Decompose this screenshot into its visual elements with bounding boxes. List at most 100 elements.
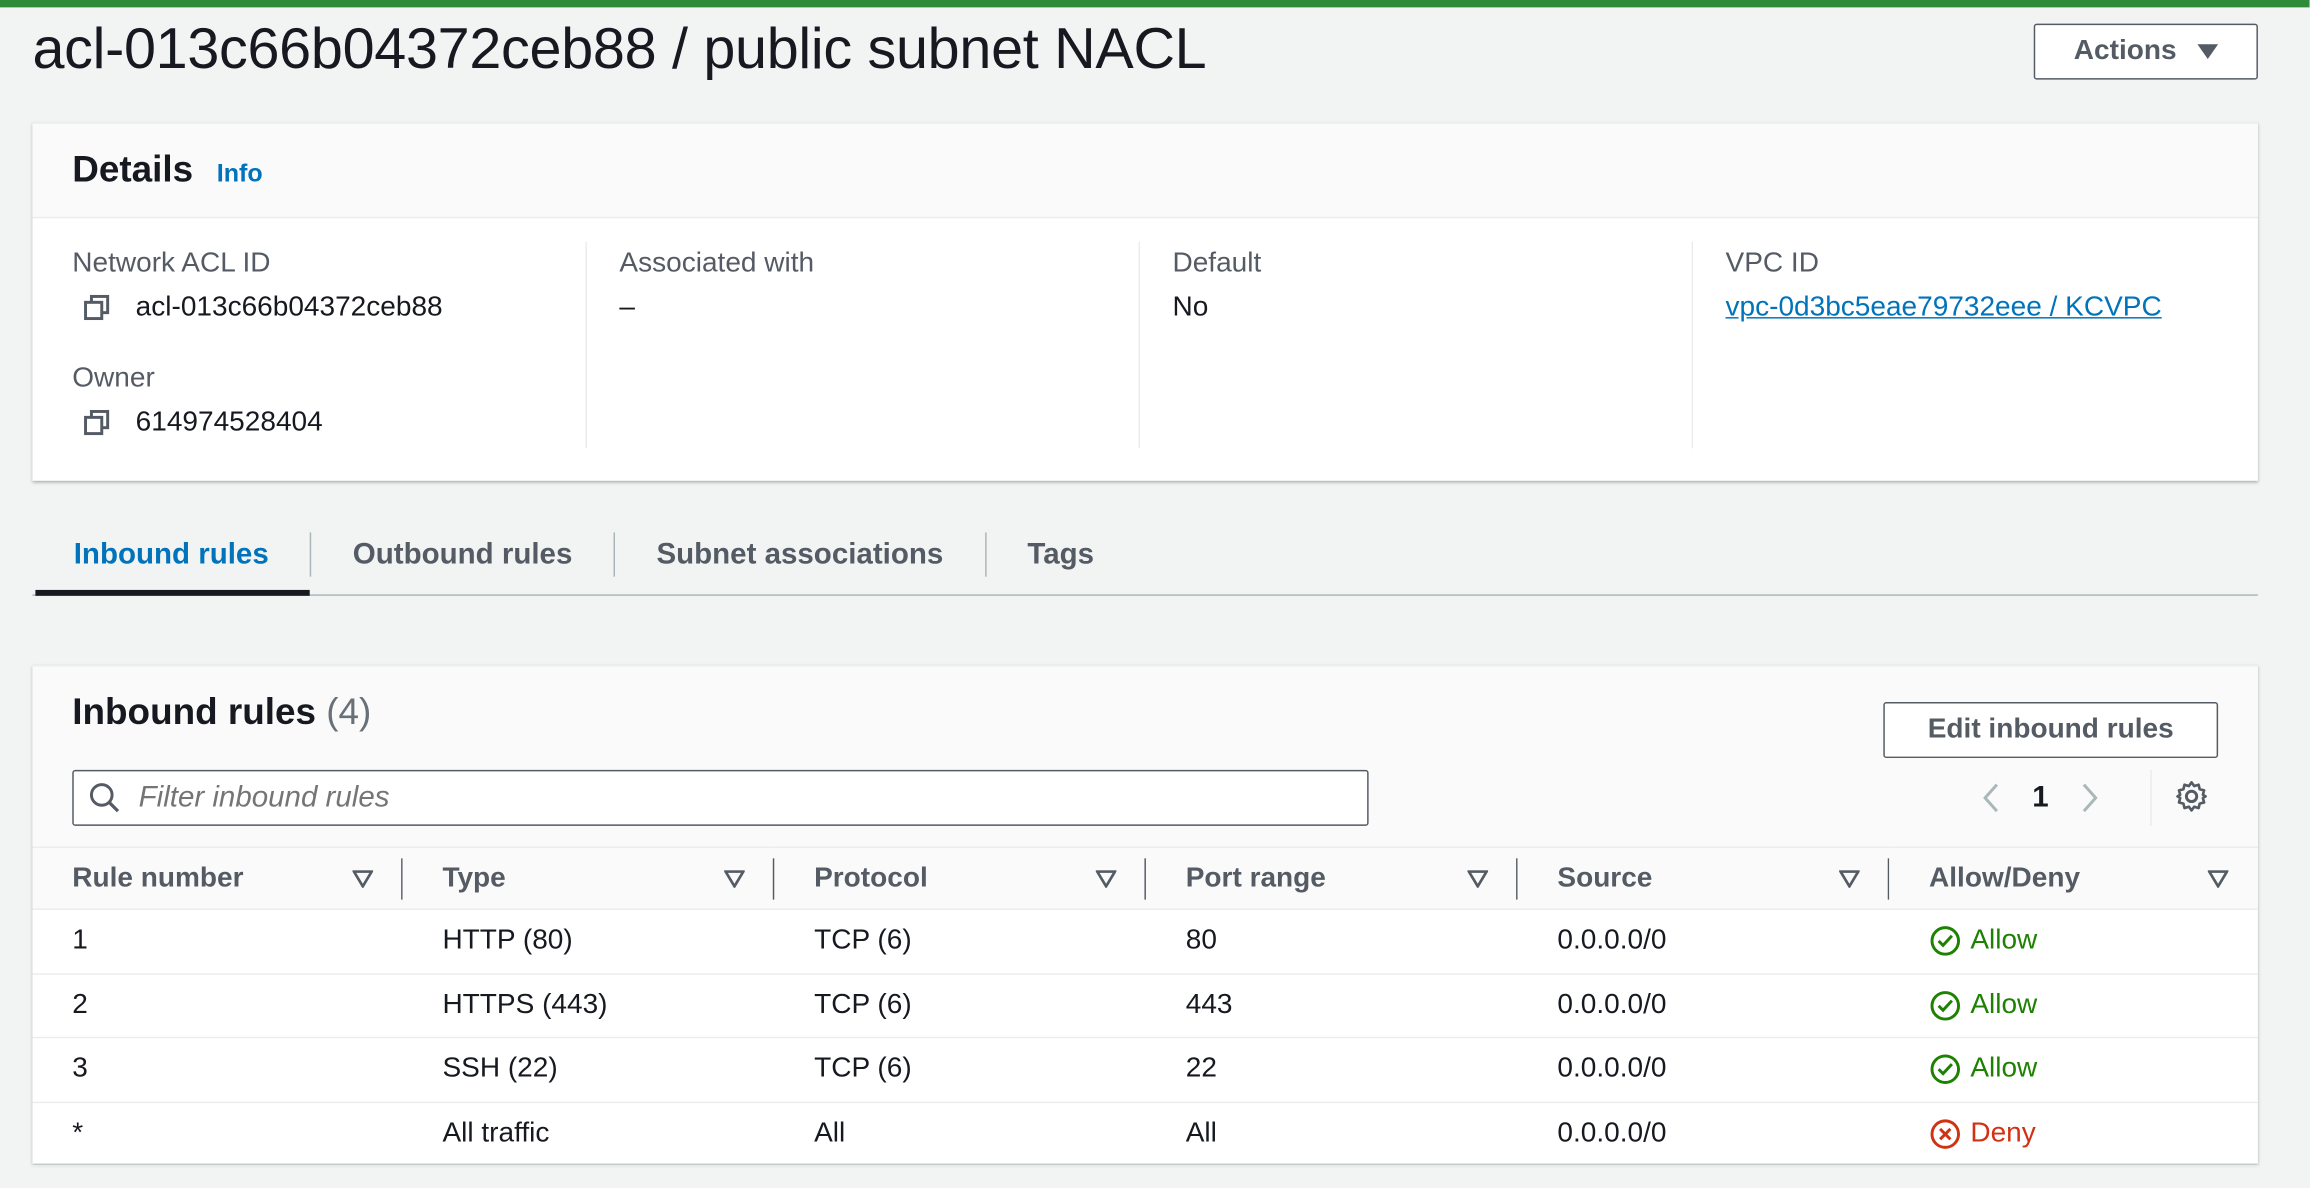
cell-source: 0.0.0.0/0 [1517, 909, 1890, 975]
col-header-protocol[interactable]: Protocol [774, 846, 1146, 910]
cell-protocol: TCP (6) [774, 973, 1146, 1039]
cell-port-range: All [1145, 1101, 1518, 1167]
tab-subnet-associations[interactable]: Subnet associations [615, 524, 984, 595]
info-link[interactable]: Info [217, 159, 263, 188]
edit-inbound-rules-button[interactable]: Edit inbound rules [1883, 702, 2219, 759]
cell-allow-deny: Allow [1889, 973, 2258, 1039]
cell-port-range: 22 [1145, 1037, 1518, 1103]
col-label: Type [442, 862, 506, 893]
details-col-default: Default No [1138, 241, 1692, 449]
check-circle-icon [1930, 926, 1961, 957]
tab-outbound-rules[interactable]: Outbound rules [312, 524, 614, 595]
inbound-rules-panel: Inbound rules (4) Edit inbound rules 1 [32, 665, 2258, 1167]
inbound-rules-count: (4) [326, 691, 372, 733]
table-row: * All traffic All All 0.0.0.0/0 Deny [32, 1101, 2258, 1167]
table-row: 2 HTTPS (443) TCP (6) 443 0.0.0.0/0 Allo… [32, 973, 2258, 1039]
filter-field[interactable] [72, 769, 1369, 826]
caret-down-icon [2197, 44, 2218, 59]
cell-rule-number: 2 [32, 973, 403, 1039]
associated-with-value: – [619, 292, 636, 323]
copy-icon[interactable] [81, 292, 113, 324]
cell-port-range: 80 [1145, 909, 1518, 975]
sort-icon [1839, 869, 1860, 888]
col-label: Allow/Deny [1929, 862, 2081, 893]
copy-icon[interactable] [81, 407, 113, 439]
vpc-id-label: VPC ID [1725, 247, 1819, 279]
status-allow: Allow [1970, 1053, 2038, 1085]
col-header-rule-number[interactable]: Rule number [32, 846, 403, 910]
table-header-row: Rule number Type Protocol Port range Sou… [32, 846, 2258, 910]
sort-icon [2207, 869, 2229, 888]
page-number[interactable]: 1 [2032, 781, 2048, 815]
col-header-allow-deny[interactable]: Allow/Deny [1889, 846, 2258, 910]
details-col-vpc: VPC ID vpc-0d3bc5eae79732eee / KCVPC [1691, 241, 2245, 449]
default-value: No [1172, 292, 1209, 323]
col-header-port-range[interactable]: Port range [1145, 846, 1518, 910]
page-title: acl-013c66b04372ceb88 / public subnet NA… [32, 17, 1207, 82]
status-deny: Deny [1970, 1117, 2036, 1149]
sort-icon [1095, 869, 1117, 888]
details-panel: Details Info Network ACL ID acl-013c66b0… [32, 122, 2258, 481]
cell-allow-deny: Allow [1889, 909, 2258, 975]
vpc-id-link[interactable]: vpc-0d3bc5eae79732eee / KCVPC [1726, 292, 2162, 324]
cell-allow-deny: Deny [1889, 1101, 2258, 1167]
sort-icon [1467, 869, 1489, 888]
actions-button[interactable]: Actions [2033, 23, 2258, 80]
details-heading: Details [72, 148, 194, 191]
cell-source: 0.0.0.0/0 [1517, 973, 1890, 1039]
inbound-rules-heading: Inbound rules (4) [72, 692, 371, 735]
x-circle-icon [1930, 1119, 1961, 1149]
cell-source: 0.0.0.0/0 [1517, 1101, 1890, 1167]
col-header-type[interactable]: Type [402, 846, 775, 910]
table-row: 1 HTTP (80) TCP (6) 80 0.0.0.0/0 Allow [32, 909, 2258, 975]
owner-label: Owner [72, 362, 155, 394]
cell-allow-deny: Allow [1889, 1037, 2258, 1103]
status-allow: Allow [1970, 925, 2038, 957]
cell-source: 0.0.0.0/0 [1517, 1037, 1890, 1103]
page: acl-013c66b04372ceb88 / public subnet NA… [0, 0, 2310, 1187]
pagination-divider [2150, 769, 2152, 826]
chevron-left-icon[interactable] [1979, 780, 2003, 815]
details-col-associated: Associated with – [585, 241, 1138, 449]
cell-type: HTTP (80) [402, 909, 775, 975]
owner-value: 614974528404 [135, 407, 323, 439]
col-label: Protocol [814, 862, 928, 893]
col-label: Source [1557, 862, 1653, 893]
sort-icon [724, 869, 745, 888]
details-col-acl: Network ACL ID acl-013c66b04372ceb88 Own… [32, 242, 585, 448]
inbound-rules-table: Rule number Type Protocol Port range Sou… [32, 846, 2258, 1167]
cell-type: SSH (22) [402, 1037, 775, 1103]
table-row: 3 SSH (22) TCP (6) 22 0.0.0.0/0 Allow [32, 1037, 2258, 1103]
filter-inbound-rules-input[interactable] [138, 780, 1319, 815]
cell-type: HTTPS (443) [402, 973, 775, 1039]
tab-inbound-rules[interactable]: Inbound rules [32, 524, 311, 596]
search-icon [89, 783, 120, 813]
cell-protocol: All [774, 1101, 1146, 1167]
pagination: 1 [1979, 776, 2102, 820]
settings-gear-icon[interactable] [2174, 779, 2209, 814]
check-circle-icon [1930, 1054, 1961, 1085]
tab-bar: Inbound rules Outbound rules Subnet asso… [32, 524, 2258, 596]
details-header: Details Info [32, 123, 2258, 219]
associated-with-label: Associated with [619, 247, 815, 279]
cell-rule-number: * [32, 1101, 403, 1167]
network-acl-id-value: acl-013c66b04372ceb88 [135, 292, 443, 323]
col-label: Port range [1185, 862, 1326, 893]
check-circle-icon [1930, 990, 1961, 1021]
cell-protocol: TCP (6) [774, 909, 1146, 975]
cell-rule-number: 1 [32, 909, 403, 975]
cell-type: All traffic [402, 1101, 775, 1167]
status-allow: Allow [1970, 989, 2038, 1021]
tab-tags[interactable]: Tags [986, 524, 1135, 595]
col-header-source[interactable]: Source [1517, 846, 1890, 910]
chevron-right-icon[interactable] [2078, 780, 2102, 815]
network-acl-id-label: Network ACL ID [72, 247, 271, 279]
default-label: Default [1172, 247, 1262, 279]
cell-port-range: 443 [1145, 973, 1518, 1039]
sort-icon [352, 869, 374, 888]
actions-button-label: Actions [2073, 35, 2177, 67]
inbound-rules-header: Inbound rules (4) Edit inbound rules 1 [32, 666, 2258, 847]
cell-rule-number: 3 [32, 1037, 403, 1103]
inbound-rules-title: Inbound rules [72, 691, 317, 733]
cell-protocol: TCP (6) [774, 1037, 1146, 1103]
